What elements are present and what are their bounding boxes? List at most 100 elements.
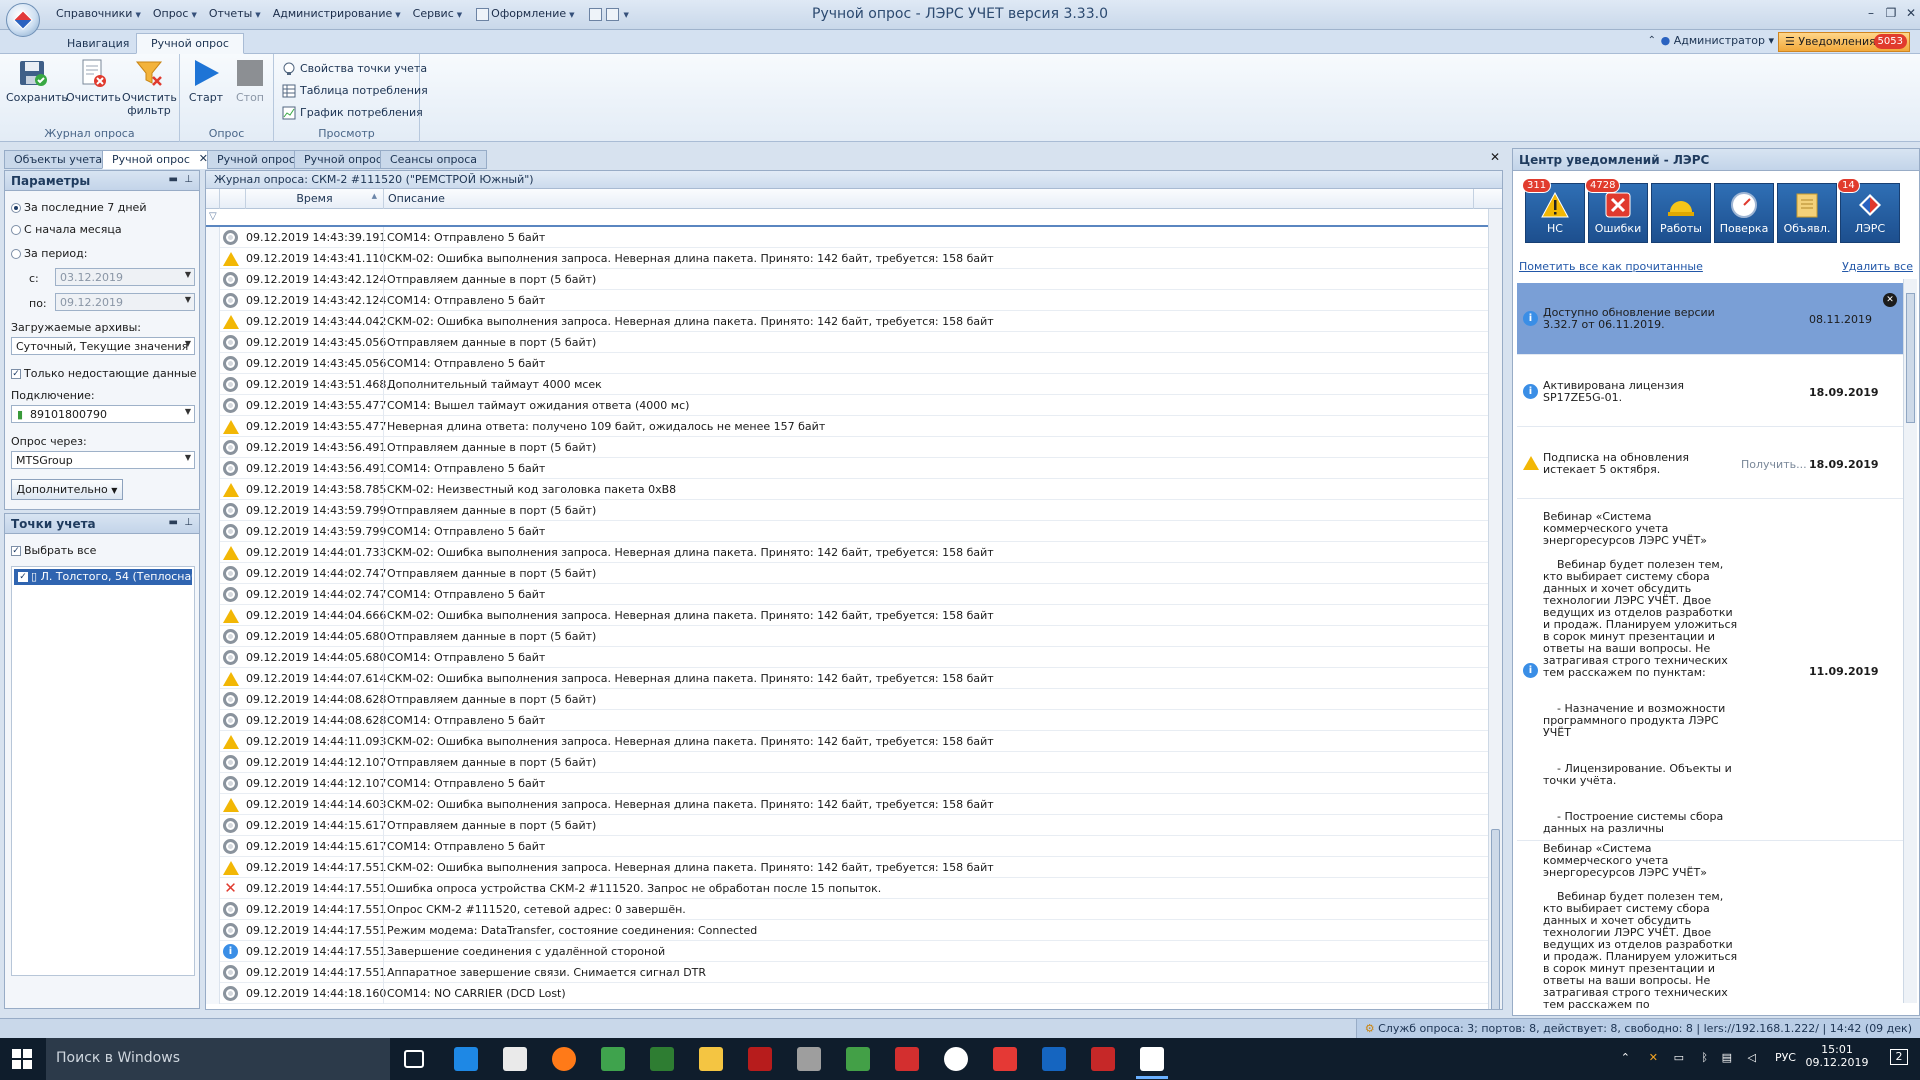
mark-all-read-link[interactable]: Пометить все как прочитанные [1519, 260, 1703, 273]
row-selector[interactable] [206, 647, 220, 668]
notification-scrollbar[interactable] [1903, 279, 1917, 1003]
row-selector[interactable] [206, 227, 220, 248]
row-selector[interactable] [206, 899, 220, 920]
windows-search-input[interactable]: Поиск в Windows [46, 1038, 390, 1080]
row-selector[interactable] [206, 332, 220, 353]
row-selector[interactable] [206, 983, 220, 1004]
row-selector[interactable] [206, 311, 220, 332]
table-row[interactable]: 09.12.2019 14:43:59.799 COM14: Отправлено… [206, 521, 1502, 542]
table-row[interactable]: 09.12.2019 14:44:02.747 Отправляем данные… [206, 563, 1502, 584]
radio-month-start[interactable]: С начала месяца [11, 223, 122, 236]
table-row[interactable]: 09.12.2019 14:43:58.785 СКМ-02: Неизвестн… [206, 479, 1502, 500]
row-selector[interactable] [206, 920, 220, 941]
app-red-icon[interactable] [748, 1047, 772, 1071]
table-row[interactable]: 09.12.2019 14:44:08.628 Отправляем данные… [206, 689, 1502, 710]
tab-accounting-objects[interactable]: Объекты учета [4, 150, 113, 169]
to-date-input[interactable]: 09.12.2019 ▼ [55, 293, 195, 311]
table-row[interactable]: 09.12.2019 14:43:45.056 COM14: Отправлено… [206, 353, 1502, 374]
stop-button[interactable]: Стоп [230, 58, 270, 104]
table-row[interactable]: 09.12.2019 14:43:55.477 COM14: Вышел тайм… [206, 395, 1502, 416]
table-row[interactable]: 09.12.2019 14:44:02.747 COM14: Отправлено… [206, 584, 1502, 605]
row-selector[interactable] [206, 731, 220, 752]
table-row[interactable]: 09.12.2019 14:44:01.733 СКМ-02: Ошибка вы… [206, 542, 1502, 563]
yandex-icon[interactable] [993, 1047, 1017, 1071]
row-selector[interactable] [206, 437, 220, 458]
tile-emergency[interactable]: 311 НС [1522, 178, 1585, 243]
app-logo-icon[interactable] [6, 3, 40, 37]
table-row[interactable]: 09.12.2019 14:43:41.110 СКМ-02: Ошибка вы… [206, 248, 1502, 269]
row-selector[interactable] [206, 710, 220, 731]
clear-filter-button[interactable]: Очистить фильтр [122, 58, 177, 117]
connection-select[interactable]: ▮ 89101800790 ▼ [11, 405, 195, 423]
point-item[interactable]: ✓ ▯ Л. Толстого, 54 (Теплоснабж [14, 569, 192, 585]
windows-start-icon[interactable] [12, 1049, 32, 1069]
table-row[interactable]: 09.12.2019 14:43:56.491 COM14: Отправлено… [206, 458, 1502, 479]
row-selector[interactable] [206, 773, 220, 794]
pdf-icon[interactable] [1091, 1047, 1115, 1071]
advanced-button[interactable]: Дополнительно ▼ [11, 479, 123, 500]
row-selector[interactable] [206, 794, 220, 815]
notification-item[interactable]: i Доступно обновление версии 3.32.7 от 06… [1517, 283, 1903, 355]
table-row[interactable]: 09.12.2019 14:43:39.191 COM14: Отправлено… [206, 227, 1502, 248]
task-view-icon[interactable] [404, 1050, 424, 1068]
row-selector[interactable] [206, 752, 220, 773]
select-all-checkbox[interactable]: ✓ Выбрать все [11, 544, 96, 557]
collapse-ribbon-icon[interactable]: ⌃ [1648, 35, 1656, 46]
save-button[interactable]: Сохранить [6, 58, 68, 104]
row-selector[interactable] [206, 605, 220, 626]
radio-last-7-days[interactable]: За последние 7 дней [11, 201, 146, 214]
row-selector[interactable] [206, 626, 220, 647]
app-grey-icon[interactable] [797, 1047, 821, 1071]
close-document-icon[interactable]: ✕ [1490, 150, 1500, 164]
restore-button[interactable]: ❐ [1882, 5, 1900, 21]
row-selector[interactable] [206, 542, 220, 563]
row-selector[interactable] [206, 248, 220, 269]
tab-navigation[interactable]: Навигация [52, 33, 144, 54]
download-icon[interactable] [895, 1047, 919, 1071]
user-menu[interactable]: ● Администратор ▾ [1661, 34, 1774, 47]
row-selector[interactable] [206, 668, 220, 689]
notification-item[interactable]: i Вебинар «Система коммерческого учета эн… [1517, 501, 1903, 841]
table-row[interactable]: 09.12.2019 14:44:15.617 COM14: Отправлено… [206, 836, 1502, 857]
file-explorer-icon[interactable] [699, 1047, 723, 1071]
volume-icon[interactable]: ◁ [1748, 1051, 1756, 1064]
delete-all-link[interactable]: Удалить все [1842, 260, 1913, 273]
missing-only-checkbox[interactable]: ✓ Только недостающие данные [11, 367, 197, 380]
table-row[interactable]: 09.12.2019 14:44:17.551 СКМ-02: Ошибка вы… [206, 857, 1502, 878]
tray-display-icon[interactable]: ▭ [1674, 1051, 1684, 1064]
row-selector[interactable] [206, 458, 220, 479]
row-selector[interactable] [206, 479, 220, 500]
yandex-browser-icon[interactable] [944, 1047, 968, 1071]
row-selector[interactable] [206, 353, 220, 374]
table-row[interactable]: ✕ 09.12.2019 14:44:17.551 Ошибка опроса ус… [206, 878, 1502, 899]
table-row[interactable]: 09.12.2019 14:44:18.160 COM14: NO CARRIER… [206, 983, 1502, 1004]
tile-works[interactable]: Работы [1651, 183, 1711, 243]
row-selector[interactable] [206, 521, 220, 542]
table-row[interactable]: i 09.12.2019 14:44:17.551 Завершение соеди… [206, 941, 1502, 962]
row-selector[interactable] [206, 416, 220, 437]
filter-row[interactable]: ▽ [206, 209, 1502, 227]
notepad-green-icon[interactable] [650, 1047, 674, 1071]
clear-button[interactable]: Очистить [66, 58, 121, 104]
table-row[interactable]: 09.12.2019 14:44:17.551 Опрос СКМ-2 #1115… [206, 899, 1502, 920]
lers-app-icon[interactable] [1140, 1047, 1164, 1071]
row-selector[interactable] [206, 689, 220, 710]
table-row[interactable]: 09.12.2019 14:44:11.093 СКМ-02: Ошибка вы… [206, 731, 1502, 752]
table-row[interactable]: 09.12.2019 14:44:17.551 Режим модема: Dat… [206, 920, 1502, 941]
row-selector[interactable] [206, 941, 220, 962]
tab-poll-sessions[interactable]: Сеансы опроса [380, 150, 488, 169]
grid-scrollbar[interactable] [1488, 209, 1502, 1009]
row-selector[interactable] [206, 815, 220, 836]
scrollbar-thumb[interactable] [1906, 293, 1915, 423]
tab-manual-poll-active[interactable]: Ручной опрос ✕ [102, 150, 213, 169]
edge-icon[interactable] [454, 1047, 478, 1071]
poll-via-select[interactable]: MTSGroup ▼ [11, 451, 195, 469]
consumption-table-button[interactable]: Таблица потребления [282, 84, 428, 98]
scrollbar-thumb[interactable] [1491, 829, 1500, 1009]
table-row[interactable]: 09.12.2019 14:43:59.799 Отправляем данные… [206, 500, 1502, 521]
radio-period[interactable]: За период: [11, 247, 87, 260]
notification-item[interactable]: i Активирована лицензия SP17ZE5G-01. 18.09… [1517, 357, 1903, 427]
start-button[interactable]: Старт [186, 58, 226, 104]
table-row[interactable]: 09.12.2019 14:44:08.628 COM14: Отправлено… [206, 710, 1502, 731]
table-row[interactable]: 09.12.2019 14:44:12.107 COM14: Отправлено… [206, 773, 1502, 794]
